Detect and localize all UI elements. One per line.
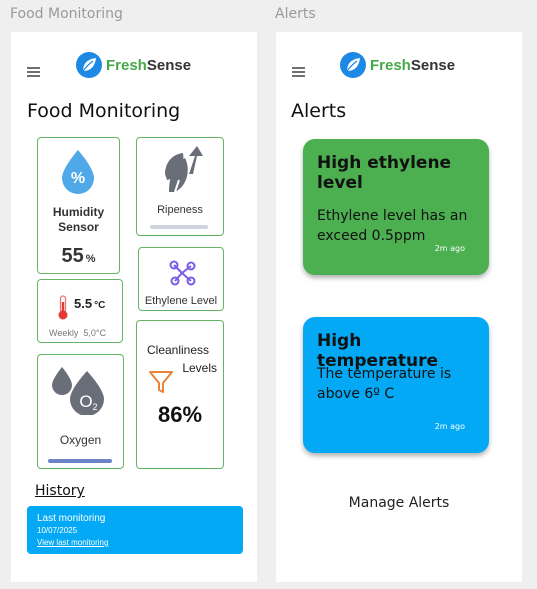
brand-fresh: Fresh [370, 56, 411, 74]
oxygen-card[interactable]: O 2 Oxygen [37, 354, 124, 469]
history-link[interactable]: History [35, 483, 85, 499]
page-title: Food Monitoring [27, 100, 181, 122]
svg-text:%: % [71, 170, 85, 187]
manage-alerts-button[interactable]: Manage Alerts [276, 495, 522, 511]
last-monitoring-title: Last monitoring [37, 513, 106, 524]
frame-title-monitoring: Food Monitoring [10, 6, 123, 22]
alert-card-temperature[interactable]: High temperature The temperature is abov… [303, 317, 489, 453]
oxygen-icon: O 2 [52, 367, 104, 415]
alert-message: The temperature is above 6º C [317, 366, 452, 402]
leaf-icon [76, 52, 102, 78]
cleanliness-label-line2: Levels [182, 361, 217, 375]
humidity-value: 55% [61, 245, 96, 267]
last-monitoring-card[interactable]: Last monitoring 10/07/2025 View last mon… [27, 506, 243, 554]
alert-time: 2m ago [434, 422, 465, 431]
brand-sense: Sense [410, 56, 456, 74]
humidity-label: Humidity Sensor [52, 205, 105, 234]
filter-icon [149, 371, 173, 393]
ethylene-label: Ethylene Level [144, 295, 218, 307]
app-logo: FreshSense [76, 52, 191, 78]
alert-card-ethylene[interactable]: High ethylene level Ethylene level has a… [303, 139, 489, 275]
humidity-card[interactable]: % Humidity Sensor 55% [37, 137, 120, 274]
cleanliness-card[interactable]: Cleanliness Levels 86% [136, 320, 224, 469]
ripeness-icon [165, 146, 203, 193]
alert-title: High ethylene level [317, 153, 452, 193]
ripeness-label: Ripeness [157, 204, 203, 216]
temperature-value: 5.5 °C [74, 296, 106, 311]
svg-text:O: O [79, 392, 92, 411]
brand-sense: Sense [146, 56, 192, 74]
leaf-icon [340, 52, 366, 78]
oxygen-bar [48, 459, 112, 463]
cleanliness-value: 86% [157, 402, 203, 427]
humidity-drop-icon: % [62, 150, 94, 194]
menu-icon[interactable] [292, 67, 305, 77]
oxygen-label: Oxygen [59, 433, 102, 447]
alert-message: Ethylene level has an exceed 0.5ppm [317, 208, 468, 244]
food-monitoring-screen: FreshSense Food Monitoring % Humidity Se… [11, 32, 257, 582]
view-last-monitoring-link[interactable]: View last monitoring [37, 538, 108, 547]
last-monitoring-date: 10/07/2025 [37, 526, 78, 535]
temperature-card[interactable]: 5.5 °C Weekly 5,0°C [37, 279, 123, 343]
page-title: Alerts [291, 100, 347, 122]
alert-time: 2m ago [434, 244, 465, 253]
molecule-icon [169, 260, 196, 286]
ripeness-bar [150, 225, 208, 229]
temperature-weekly: Weekly 5,0°C [49, 328, 106, 338]
thermometer-icon [58, 295, 68, 320]
svg-text:2: 2 [92, 402, 97, 412]
ripeness-card[interactable]: Ripeness [136, 137, 224, 236]
ethylene-card[interactable]: Ethylene Level [138, 247, 224, 311]
menu-icon[interactable] [27, 67, 40, 77]
cleanliness-label-line1: Cleanliness [147, 343, 210, 357]
alerts-screen: FreshSense Alerts High ethylene level Et… [276, 32, 522, 582]
frame-title-alerts: Alerts [275, 6, 316, 22]
brand-fresh: Fresh [106, 56, 147, 74]
app-logo: FreshSense [340, 52, 455, 78]
